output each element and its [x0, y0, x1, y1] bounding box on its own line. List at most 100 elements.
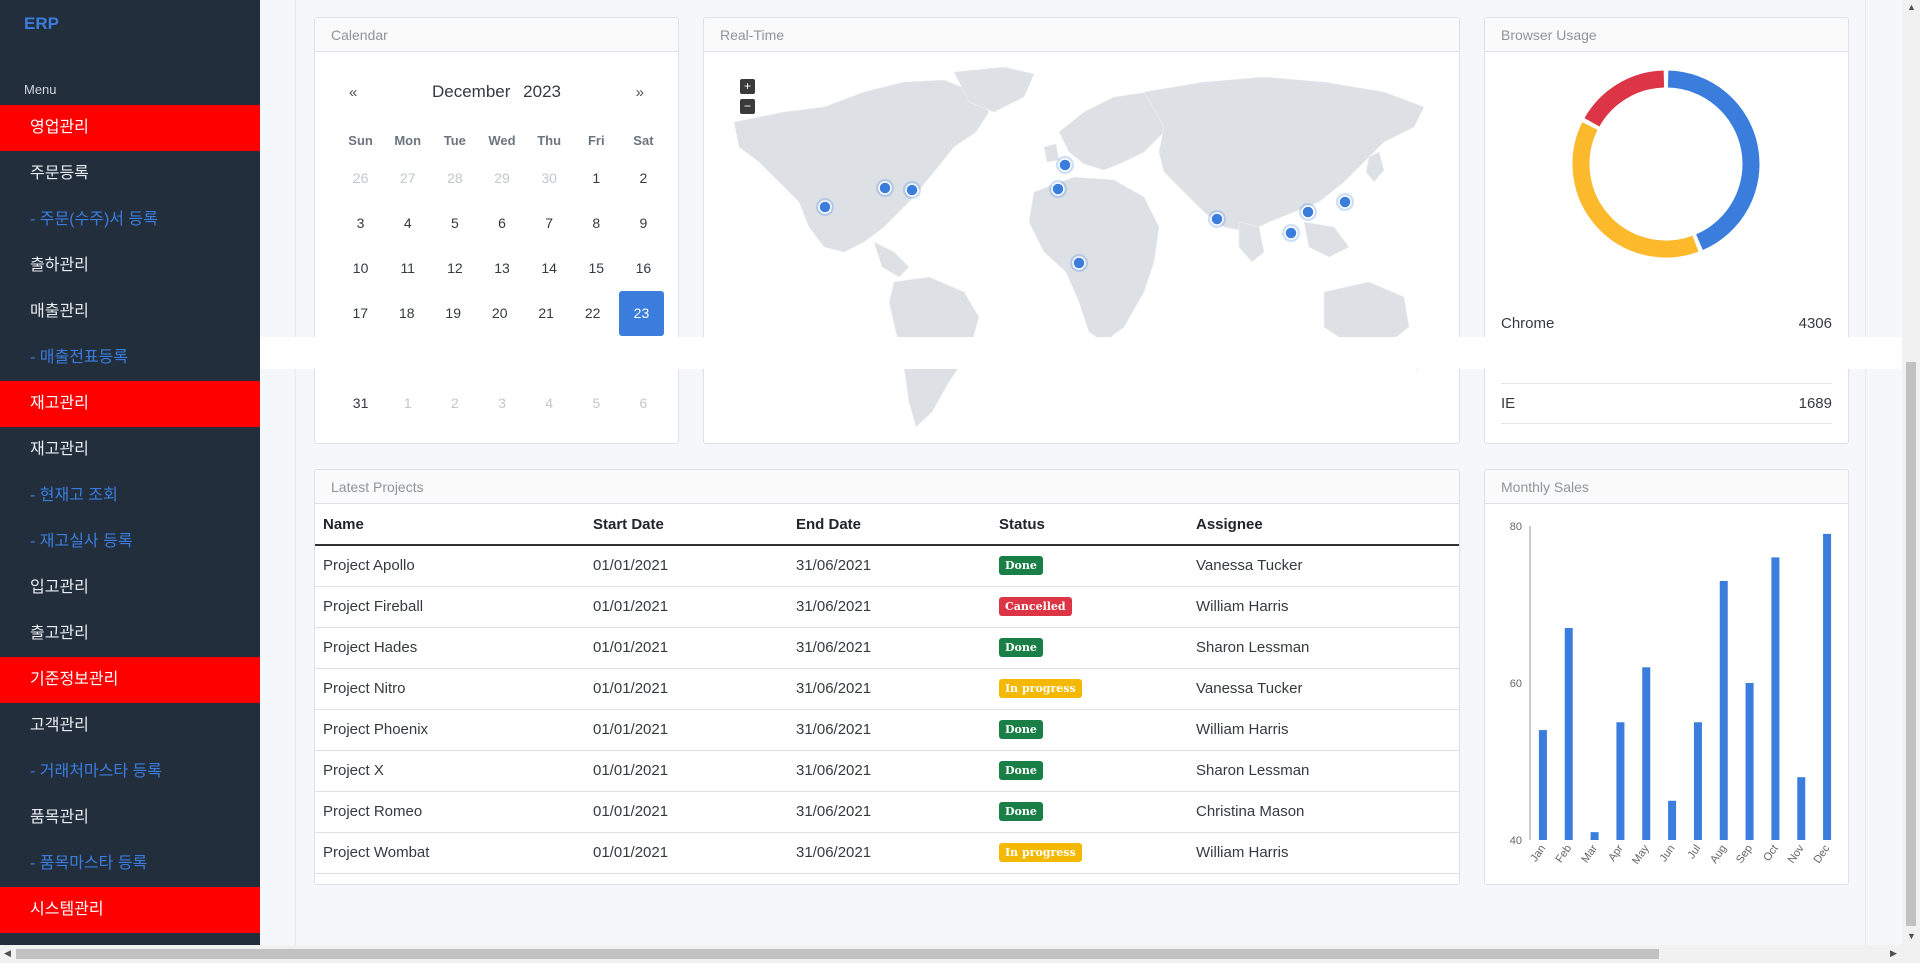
map-marker[interactable]: [1072, 256, 1086, 270]
calendar-day[interactable]: 11: [384, 246, 431, 291]
calendar-month[interactable]: December: [432, 82, 510, 101]
sidebar-section[interactable]: 영업관리: [0, 105, 260, 151]
sidebar-item[interactable]: 출고관리: [0, 611, 260, 657]
sidebar-sublink[interactable]: - 거래처마스타 등록: [0, 749, 260, 795]
calendar-day[interactable]: 6: [478, 201, 525, 246]
calendar-day[interactable]: 21: [523, 291, 569, 336]
world-map[interactable]: [704, 52, 1459, 442]
table-row[interactable]: Project Wombat 01/01/2021 31/06/2021 In pro…: [315, 832, 1459, 874]
calendar-day[interactable]: 12: [431, 246, 478, 291]
calendar-day[interactable]: 14: [526, 246, 573, 291]
map-marker[interactable]: [1284, 226, 1298, 240]
map-marker[interactable]: [1301, 205, 1315, 219]
calendar-day[interactable]: 5: [573, 381, 620, 426]
calendar-day[interactable]: 29: [478, 156, 525, 201]
map-marker[interactable]: [1338, 195, 1352, 209]
calendar-day[interactable]: 7: [526, 201, 573, 246]
map-marker[interactable]: [1058, 158, 1072, 172]
map-marker[interactable]: [905, 183, 919, 197]
calendar-day[interactable]: 13: [478, 246, 525, 291]
scroll-left-icon[interactable]: ◀: [4, 948, 11, 959]
monthly-sales-chart[interactable]: 40 60 80 Jan Feb Mar Apr May Jun Jul Aug Sep Oct Nov D…: [1485, 504, 1848, 884]
sales-bar[interactable]: [1642, 667, 1651, 840]
donut-slice[interactable]: [1667, 70, 1760, 250]
scroll-up-icon[interactable]: ▲: [1907, 2, 1916, 12]
calendar-day[interactable]: 27: [384, 156, 431, 201]
sales-bar[interactable]: [1719, 580, 1728, 840]
table-row[interactable]: Project Apollo 01/01/2021 31/06/2021 Done Va…: [315, 545, 1459, 587]
calendar-day[interactable]: 1: [573, 156, 620, 201]
calendar-year[interactable]: 2023: [523, 82, 561, 101]
table-row[interactable]: Project Nitro 01/01/2021 31/06/2021 In prog…: [315, 668, 1459, 710]
sidebar-section[interactable]: 시스템관리: [0, 887, 260, 933]
calendar-day[interactable]: 30: [526, 156, 573, 201]
calendar-day[interactable]: 15: [573, 246, 620, 291]
horizontal-scrollbar[interactable]: ◀ ▶: [0, 945, 1902, 963]
calendar-day[interactable]: 28: [431, 156, 478, 201]
calendar-day[interactable]: 8: [573, 201, 620, 246]
calendar-day[interactable]: 9: [620, 201, 667, 246]
brand-logo[interactable]: ERP: [24, 14, 59, 34]
calendar-day-selected[interactable]: 23: [618, 291, 665, 336]
vertical-scrollbar[interactable]: ▲ ▼: [1902, 0, 1920, 963]
calendar-day[interactable]: 20: [476, 291, 522, 336]
table-row[interactable]: Project Phoenix 01/01/2021 31/06/2021 Done W…: [315, 709, 1459, 751]
sales-bar[interactable]: [1771, 557, 1780, 840]
browser-donut-chart[interactable]: [1485, 52, 1848, 282]
table-row[interactable]: Project Hades 01/01/2021 31/06/2021 Done Sha…: [315, 627, 1459, 669]
sidebar-item[interactable]: 입고관리: [0, 565, 260, 611]
calendar-day[interactable]: 31: [337, 381, 384, 426]
sales-bar[interactable]: [1797, 777, 1806, 840]
calendar-day[interactable]: 16: [620, 246, 667, 291]
sidebar-item[interactable]: 매출관리: [0, 289, 260, 335]
vertical-scroll-thumb[interactable]: [1906, 362, 1916, 926]
table-row[interactable]: Project X 01/01/2021 31/06/2021 Done Sharon …: [315, 750, 1459, 792]
calendar-day[interactable]: 26: [337, 156, 384, 201]
donut-slice[interactable]: [1572, 122, 1699, 258]
column-status[interactable]: Status: [991, 504, 1188, 546]
sidebar-item[interactable]: 품목관리: [0, 795, 260, 841]
sidebar-sublink[interactable]: - 품목마스타 등록: [0, 841, 260, 887]
calendar-next-icon[interactable]: »: [636, 84, 644, 101]
sales-bar[interactable]: [1823, 533, 1832, 840]
calendar-day[interactable]: 4: [384, 201, 431, 246]
scroll-down-icon[interactable]: ▼: [1907, 931, 1916, 941]
map-marker[interactable]: [818, 200, 832, 214]
horizontal-scroll-thumb[interactable]: [16, 949, 1659, 959]
sidebar-item[interactable]: 출하관리: [0, 243, 260, 289]
calendar-day[interactable]: 3: [337, 201, 384, 246]
sidebar-section[interactable]: 재고관리: [0, 381, 260, 427]
sidebar-sublink[interactable]: - 현재고 조회: [0, 473, 260, 519]
sales-bar[interactable]: [1538, 730, 1547, 840]
calendar-day[interactable]: 2: [620, 156, 667, 201]
sidebar-sublink[interactable]: - 주문(수주)서 등록: [0, 197, 260, 243]
scroll-right-icon[interactable]: ▶: [1890, 948, 1897, 959]
calendar-day[interactable]: 10: [337, 246, 384, 291]
calendar-day[interactable]: 3: [478, 381, 525, 426]
table-row[interactable]: Project Romeo 01/01/2021 31/06/2021 Done Chr…: [315, 791, 1459, 833]
sales-bar[interactable]: [1668, 800, 1677, 840]
sidebar-section[interactable]: 기준정보관리: [0, 657, 260, 703]
map-marker[interactable]: [1210, 212, 1224, 226]
sidebar-item[interactable]: 재고관리: [0, 427, 260, 473]
calendar-day[interactable]: 2: [431, 381, 478, 426]
calendar-day[interactable]: 5: [431, 201, 478, 246]
sidebar-item[interactable]: 주문등록: [0, 151, 260, 197]
calendar-day[interactable]: 4: [526, 381, 573, 426]
column-assignee[interactable]: Assignee: [1188, 504, 1459, 546]
calendar-day[interactable]: 19: [430, 291, 476, 336]
sidebar-item[interactable]: 고객관리: [0, 703, 260, 749]
calendar-day[interactable]: 1: [384, 381, 431, 426]
calendar-day[interactable]: 17: [337, 291, 383, 336]
table-row[interactable]: Project Fireball 01/01/2021 31/06/2021 Canc…: [315, 586, 1459, 628]
column-name[interactable]: Name: [315, 504, 585, 546]
calendar-day[interactable]: 22: [569, 291, 615, 336]
sales-bar[interactable]: [1616, 722, 1625, 840]
sales-bar[interactable]: [1590, 832, 1599, 840]
sales-bar[interactable]: [1564, 628, 1573, 840]
map-marker[interactable]: [878, 181, 892, 195]
donut-slice[interactable]: [1584, 70, 1665, 127]
sidebar-sublink[interactable]: - 매출전표등록: [0, 335, 260, 381]
calendar-day[interactable]: 18: [383, 291, 429, 336]
sales-bar[interactable]: [1693, 722, 1702, 840]
